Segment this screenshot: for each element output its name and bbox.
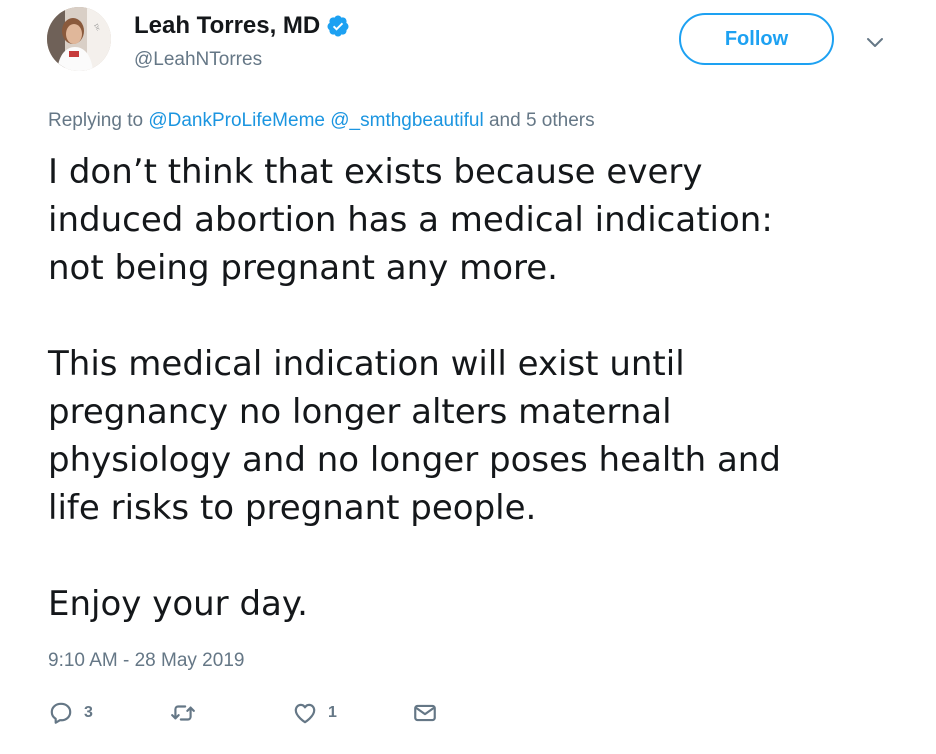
avatar-image: Dr. [47, 7, 111, 71]
retweet-button[interactable] [170, 698, 206, 728]
reply-button[interactable]: 3 [48, 698, 93, 728]
reply-context-prefix: Replying to [48, 110, 144, 131]
direct-message-button[interactable] [412, 698, 438, 728]
verified-badge-icon [326, 14, 350, 38]
retweet-icon [171, 705, 195, 721]
author-name[interactable]: Leah Torres, MD [134, 10, 320, 42]
like-button[interactable]: 1 [292, 698, 337, 728]
reply-context-suffix[interactable]: and 5 others [489, 110, 595, 131]
tweet-timestamp[interactable]: 9:10 AM - 28 May 2019 [48, 648, 244, 674]
reply-count: 3 [84, 704, 93, 721]
reply-mention-link[interactable]: @_smthgbeautiful [330, 110, 483, 131]
tweet-text: I don’t think that exists because every … [48, 148, 908, 628]
more-options-button[interactable] [861, 28, 889, 56]
tweet-paragraph: This medical indication will exist until… [48, 344, 781, 528]
follow-button[interactable]: Follow [679, 13, 834, 65]
author-handle[interactable]: @LeahNTorres [134, 48, 262, 72]
reply-icon [50, 702, 72, 724]
tweet-paragraph: Enjoy your day. [48, 584, 308, 624]
like-count: 1 [328, 704, 337, 721]
envelope-icon [414, 704, 436, 722]
reply-mention-link[interactable]: @DankProLifeMeme [148, 110, 325, 131]
tweet-paragraph: I don’t think that exists because every … [48, 152, 773, 288]
avatar[interactable]: Dr. [47, 7, 111, 71]
chevron-down-icon [867, 38, 883, 47]
heart-icon [294, 703, 316, 724]
reply-context: Replying to @DankProLifeMeme @_smthgbeau… [48, 108, 595, 134]
author-name-row[interactable]: Leah Torres, MD [134, 10, 350, 42]
